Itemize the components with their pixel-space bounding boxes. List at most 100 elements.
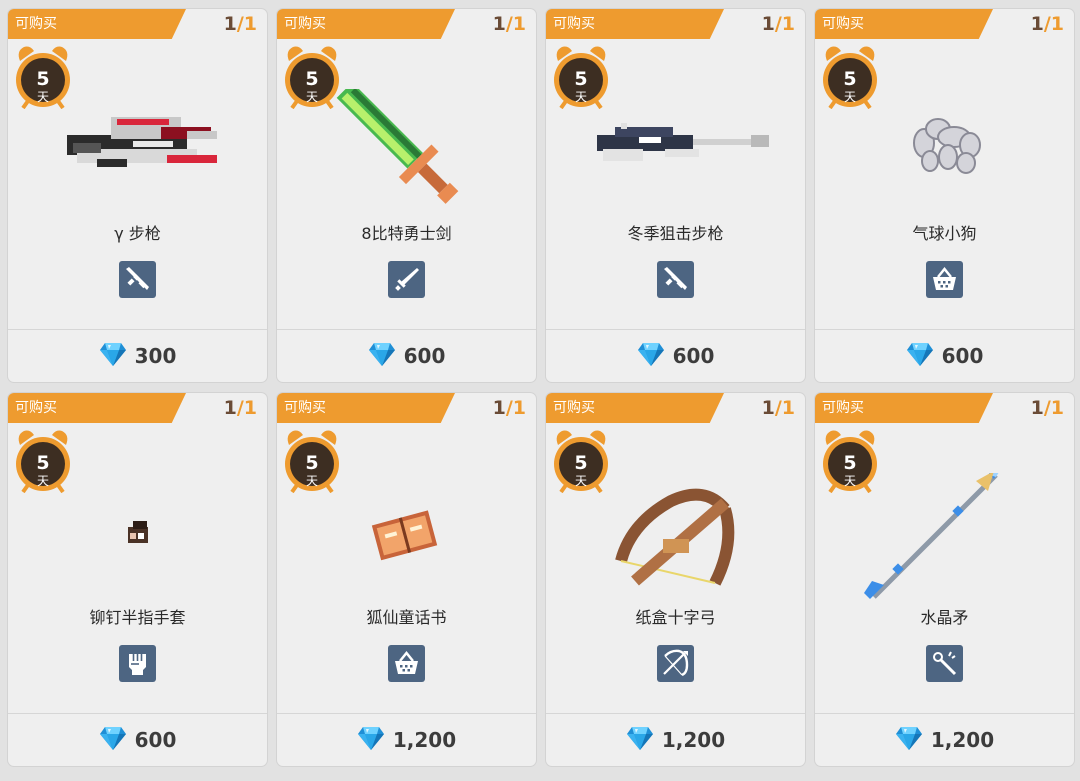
shop-item-card[interactable]: 可购买 1/1 5 天 铆钉半指手套 600 [8,393,267,766]
stock-remaining: 1 [492,13,506,35]
availability-label: 可购买 [284,16,326,32]
basket-icon [926,261,963,298]
stock-remaining: 1 [492,397,506,419]
shop-item-card[interactable]: 可购买 1/1 5 天 气球小狗 600 [815,9,1074,382]
stock-total: 1 [781,13,795,35]
gem-icon [626,725,654,755]
stock-total: 1 [243,397,257,419]
price-value: 1,200 [392,728,457,752]
stock-counter: 1/1 [493,12,526,36]
stock-slash: / [505,397,513,419]
shop-item-card[interactable]: 可购买 1/1 5 天 8比特勇士剑 600 [277,9,536,382]
crystal-spear-image [844,443,1044,601]
price-button[interactable]: 600 [277,341,536,371]
stock-remaining: 1 [761,13,775,35]
divider [815,713,1074,714]
shop-grid: 可购买 1/1 5 天 γ 步枪 300 可购买 1/1 5 天 8比特勇士剑 … [0,0,1080,781]
stock-remaining: 1 [223,13,237,35]
divider [546,713,805,714]
availability-label: 可购买 [553,16,595,32]
stock-total: 1 [1050,13,1064,35]
stock-counter: 1/1 [493,396,526,420]
stock-slash: / [774,13,782,35]
item-name: 纸盒十字弓 [635,608,716,627]
stock-total: 1 [243,13,257,35]
availability-label: 可购买 [553,400,595,416]
rifle-icon [657,261,694,298]
gem-icon [906,341,934,371]
stock-slash: / [236,13,244,35]
stock-total: 1 [1050,397,1064,419]
shop-item-card[interactable]: 可购买 1/1 5 天 γ 步枪 300 [8,9,267,382]
price-value: 300 [134,344,177,368]
stock-counter: 1/1 [1031,396,1064,420]
pixel-sword-image [306,82,506,217]
item-name: 8比特勇士剑 [361,224,452,243]
divider [8,329,267,330]
stock-slash: / [1043,397,1051,419]
stock-slash: / [505,13,513,35]
fist-icon [119,645,156,682]
price-value: 600 [134,728,177,752]
sniper-rifle-image [575,89,775,217]
shop-item-card[interactable]: 可购买 1/1 5 天 水晶矛 1,200 [815,393,1074,766]
divider [277,713,536,714]
stock-remaining: 1 [1030,13,1044,35]
item-name: 铆钉半指手套 [89,608,186,627]
days-remaining: 5 [843,452,857,474]
item-name: 水晶矛 [920,608,969,627]
stock-total: 1 [512,13,526,35]
availability-label: 可购买 [15,400,57,416]
item-name: 冬季狙击步枪 [627,224,724,243]
price-value: 600 [941,344,984,368]
price-button[interactable]: 1,200 [815,725,1074,755]
days-remaining: 5 [305,68,319,90]
balloon-dog-image [844,89,1044,217]
days-remaining: 5 [305,452,319,474]
item-name: 气球小狗 [912,224,977,243]
gem-icon [99,725,127,755]
divider [8,713,267,714]
item-name: γ 步枪 [114,224,161,243]
shop-item-card[interactable]: 可购买 1/1 5 天 冬季狙击步枪 600 [546,9,805,382]
price-button[interactable]: 600 [8,725,267,755]
stock-slash: / [1043,13,1051,35]
price-button[interactable]: 1,200 [546,725,805,755]
price-button[interactable]: 600 [546,341,805,371]
stock-remaining: 1 [761,397,775,419]
gem-icon [637,341,665,371]
fairy-book-image [306,473,506,601]
divider [815,329,1074,330]
price-button[interactable]: 1,200 [277,725,536,755]
price-button[interactable]: 300 [8,341,267,371]
price-value: 600 [672,344,715,368]
stock-counter: 1/1 [224,12,257,36]
divider [277,329,536,330]
stock-slash: / [236,397,244,419]
days-remaining: 5 [843,68,857,90]
days-remaining: 5 [36,452,50,474]
stock-remaining: 1 [1030,397,1044,419]
days-remaining: 5 [574,68,588,90]
stock-counter: 1/1 [1031,12,1064,36]
price-value: 600 [403,344,446,368]
stock-slash: / [774,397,782,419]
gem-icon [895,725,923,755]
availability-label: 可购买 [15,16,57,32]
price-button[interactable]: 600 [815,341,1074,371]
price-value: 1,200 [930,728,995,752]
basket-icon [388,645,425,682]
gem-icon [368,341,396,371]
gem-icon [357,725,385,755]
shop-item-card[interactable]: 可购买 1/1 5 天 狐仙童话书 1,200 [277,393,536,766]
price-value: 1,200 [661,728,726,752]
stock-counter: 1/1 [762,12,795,36]
shop-item-card[interactable]: 可购买 1/1 5 天 纸盒十字弓 1,200 [546,393,805,766]
staff-icon [926,645,963,682]
bow-icon [657,645,694,682]
rifle-icon [119,261,156,298]
stock-counter: 1/1 [762,396,795,420]
stock-total: 1 [781,397,795,419]
gamma-rifle-image [37,89,237,217]
days-remaining: 5 [36,68,50,90]
